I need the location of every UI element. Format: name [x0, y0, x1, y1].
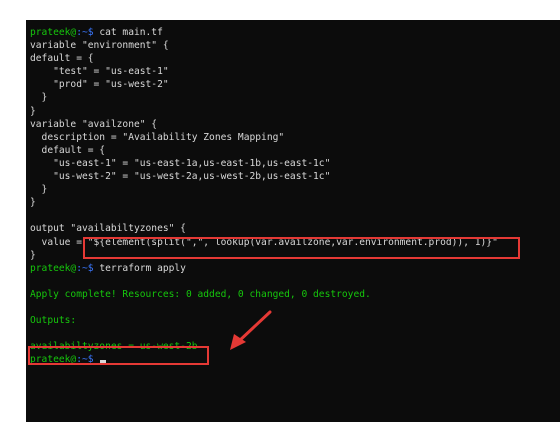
terminal-line-prompt-apply: prateek@:~$ terraform apply	[30, 262, 498, 275]
terminal-line: description = "Availability Zones Mappin…	[30, 131, 285, 143]
terminal-line: }	[30, 184, 48, 196]
terminal-line: variable "environment" {	[30, 40, 169, 52]
terminal-line: }	[30, 92, 48, 104]
terminal-line: "us-west-2" = "us-west-2a,us-west-2b,us-…	[30, 171, 331, 183]
terminal-line: default = {	[30, 144, 106, 156]
prompt-user: prateek@	[30, 354, 77, 366]
prompt-path: :~$	[76, 27, 94, 38]
terminal-blank-line	[30, 209, 498, 222]
command-cat: cat main.tf	[93, 27, 163, 38]
prompt-path: :~$	[76, 262, 94, 274]
terminal-window[interactable]: prateek@:~$ cat main.tf variable "enviro…	[26, 20, 560, 422]
terminal-line: output "availabiltyzones" {	[30, 223, 186, 235]
terminal-line-prompt-cat: prateek@:~$ cat main.tf	[30, 26, 498, 39]
terminal-line: variable "availzone" {	[30, 118, 158, 130]
command-terraform-apply: terraform apply	[93, 262, 186, 274]
terminal-line: "test" = "us-east-1"	[30, 66, 169, 78]
prompt-path: :~$	[76, 354, 94, 366]
apply-complete-message: Apply complete! Resources: 0 added, 0 ch…	[30, 288, 371, 300]
terminal-line: "prod" = "us-west-2"	[30, 79, 169, 91]
terminal-line: }	[30, 249, 36, 261]
prompt-user: prateek@	[30, 27, 77, 38]
output-value-line: value = "${element(split(",", lookup(var…	[30, 236, 498, 248]
terminal-line: }	[30, 197, 36, 209]
terminal-blank-line	[30, 275, 498, 288]
cursor-icon	[100, 360, 107, 364]
terminal-line: "us-east-1" = "us-east-1a,us-east-1b,us-…	[30, 157, 331, 169]
command-input[interactable]	[94, 354, 100, 365]
prompt-user: prateek@	[30, 262, 77, 274]
terminal-line: }	[30, 105, 36, 117]
terminal-line: default = {	[30, 53, 94, 65]
red-arrow-icon	[230, 310, 272, 350]
terminal-line-prompt-current[interactable]: prateek@:~$	[30, 353, 498, 366]
